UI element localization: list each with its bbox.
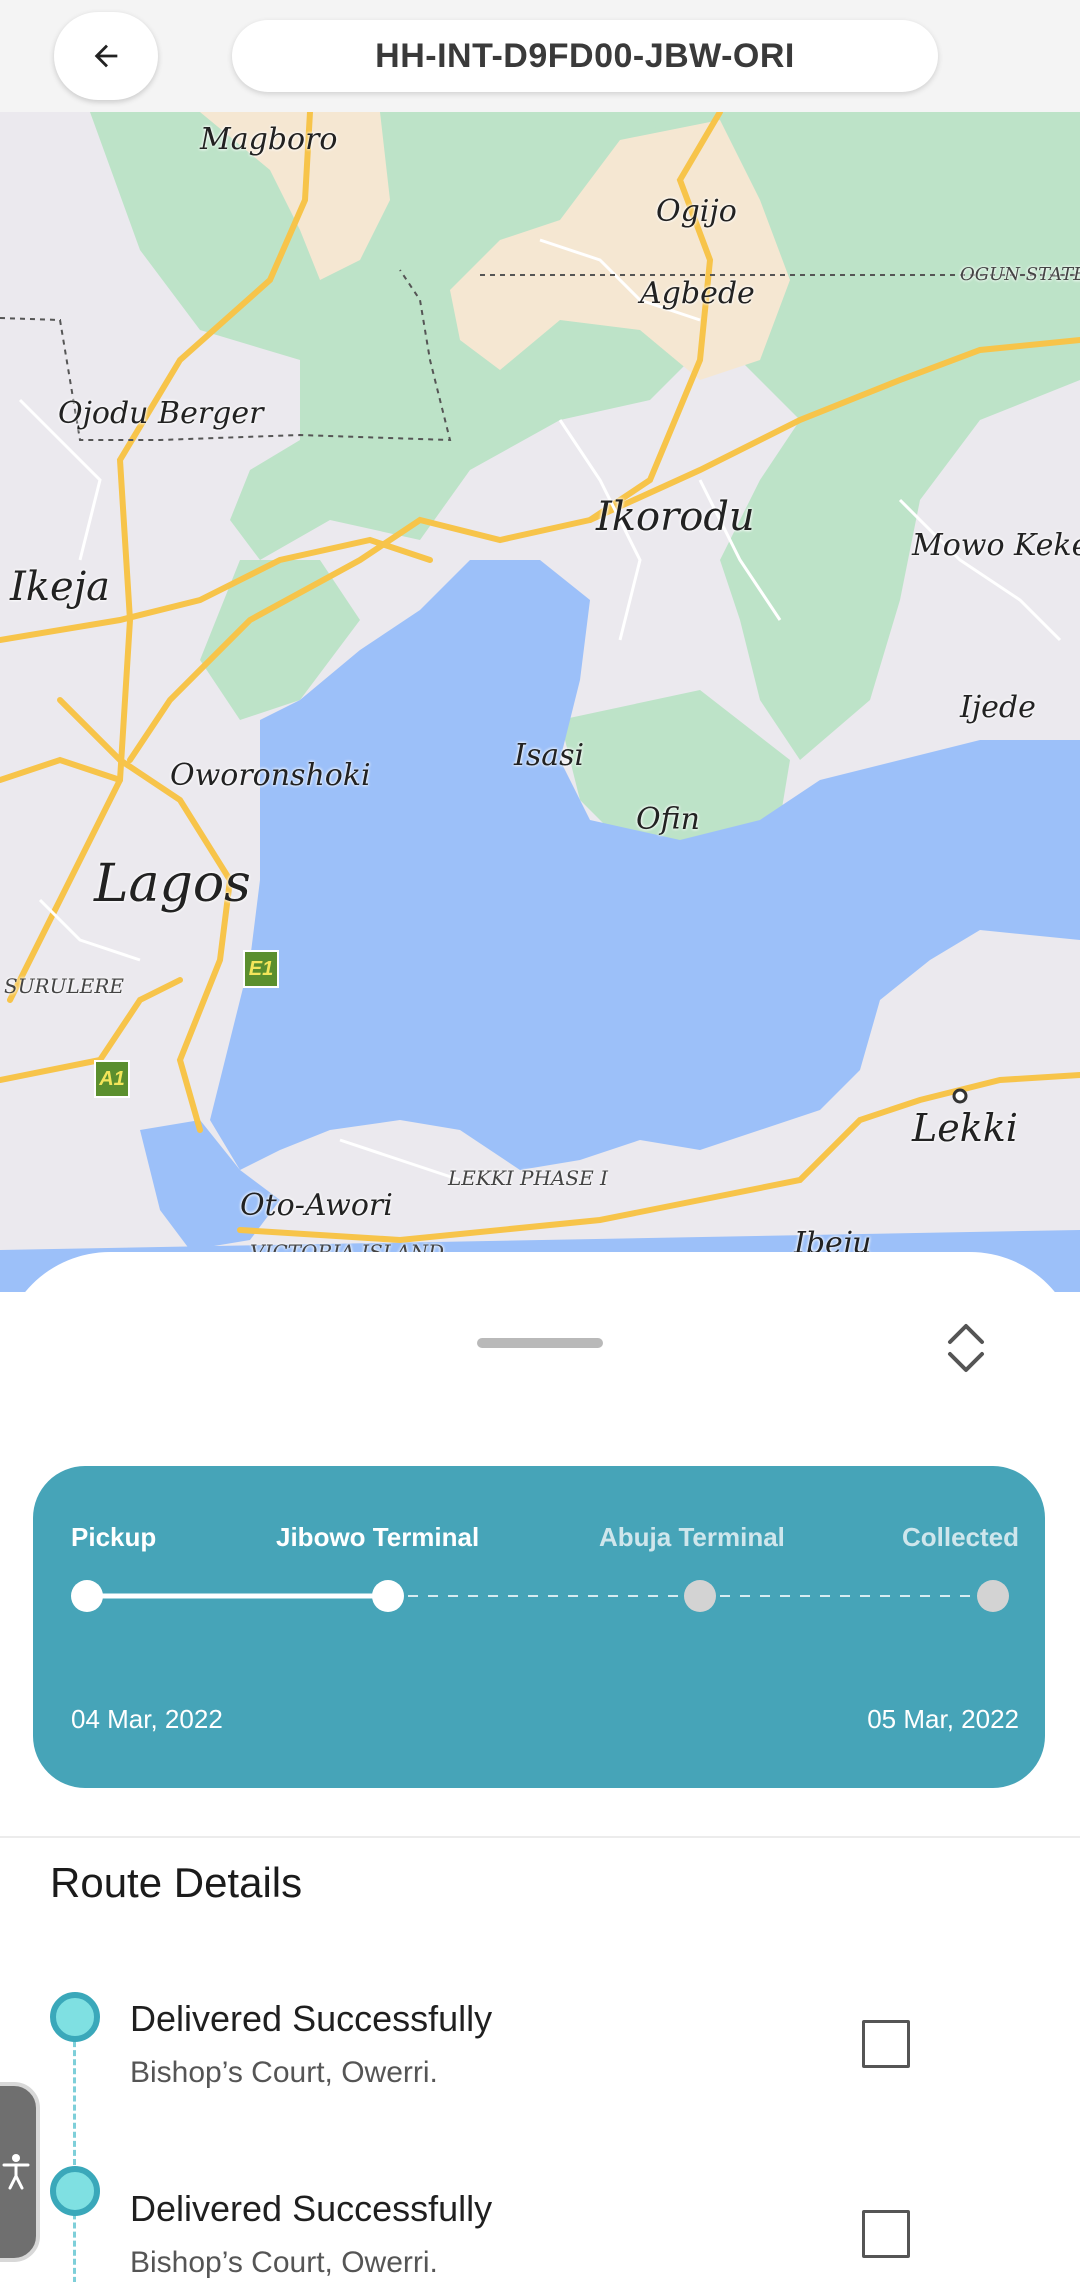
map-label-ikeja: Ikeja bbox=[10, 564, 110, 610]
route-checkbox[interactable] bbox=[862, 2210, 910, 2258]
stage-dot-abuja-terminal bbox=[684, 1580, 716, 1612]
top-bar: HH-INT-D9FD00-JBW-ORI bbox=[0, 0, 1080, 112]
route-item: Delivered Successfully Bishop’s Court, O… bbox=[0, 2162, 1080, 2282]
route-status-text: Delivered Successfully bbox=[130, 1998, 493, 2039]
route-details-title: Route Details bbox=[50, 1859, 303, 1906]
route-item: Delivered Successfully Bishop’s Court, O… bbox=[0, 1972, 1080, 2112]
stage-dot-jibowo-terminal bbox=[372, 1580, 404, 1612]
route-status-text: Delivered Successfully bbox=[130, 2188, 493, 2229]
map-label-oto-awori: Oto-Awori bbox=[240, 1188, 393, 1223]
map-label-lekki-phase-1: LEKKI PHASE I bbox=[448, 1166, 608, 1190]
map-label-ogun-state: OGUN STATE bbox=[960, 264, 1080, 285]
highway-shield-e1: E1 bbox=[243, 950, 279, 988]
shipment-tracking-screen: HH-INT-D9FD00-JBW-ORI Magboro Ogijo Agbe… bbox=[0, 0, 1080, 2282]
map-label-isasi: Isasi bbox=[514, 738, 585, 773]
shipment-progress-card: Pickup Jibowo Terminal Abuja Terminal Co… bbox=[33, 1466, 1045, 1788]
bottom-sheet: Pickup Jibowo Terminal Abuja Terminal Co… bbox=[0, 1252, 1080, 2282]
highway-shield-a1: A1 bbox=[94, 1060, 130, 1098]
route-place-text: Bishop’s Court, Owerri. bbox=[130, 2246, 438, 2279]
map-label-ojodu-berger: Ojodu Berger bbox=[58, 396, 264, 431]
map-label-mowo-kekere: Mowo Kekere bbox=[912, 528, 1080, 563]
progress-track bbox=[71, 1580, 1009, 1612]
stage-dot-pickup bbox=[71, 1580, 103, 1612]
map-label-lekki: Lekki bbox=[912, 1106, 1018, 1150]
accessibility-icon bbox=[2, 2154, 30, 2190]
map-label-ikorodu: Ikorodu bbox=[596, 494, 755, 540]
map-label-surulere: SURULERE bbox=[4, 974, 125, 998]
route-place-text: Bishop’s Court, Owerri. bbox=[130, 2056, 438, 2089]
map-label-lagos: Lagos bbox=[94, 854, 251, 914]
route-status-dot bbox=[50, 2166, 100, 2216]
map-label-ogijo: Ogijo bbox=[656, 194, 737, 229]
map-label-oworonshoki: Oworonshoki bbox=[170, 758, 371, 793]
sheet-drag-handle[interactable] bbox=[477, 1338, 603, 1348]
map-label-ofin: Ofin bbox=[636, 802, 700, 837]
route-status-dot bbox=[50, 1992, 100, 2042]
back-button[interactable] bbox=[54, 12, 158, 100]
arrow-left-icon bbox=[94, 44, 118, 68]
stage-dot-collected bbox=[977, 1580, 1009, 1612]
map-label-magboro: Magboro bbox=[200, 122, 338, 157]
start-date: 04 Mar, 2022 bbox=[71, 1704, 223, 1734]
map-label-ijede: Ijede bbox=[960, 690, 1036, 725]
route-checkbox[interactable] bbox=[862, 2020, 910, 2068]
end-date: 05 Mar, 2022 bbox=[867, 1704, 1019, 1734]
chevron-up-down-icon[interactable] bbox=[944, 1318, 988, 1378]
map-label-agbede: Agbede bbox=[640, 276, 755, 311]
tracking-id-field[interactable]: HH-INT-D9FD00-JBW-ORI bbox=[232, 20, 938, 92]
accessibility-button[interactable] bbox=[0, 2082, 40, 2262]
map-view[interactable]: Magboro Ogijo Agbede OGUN STATE Ojodu Be… bbox=[0, 112, 1080, 1292]
